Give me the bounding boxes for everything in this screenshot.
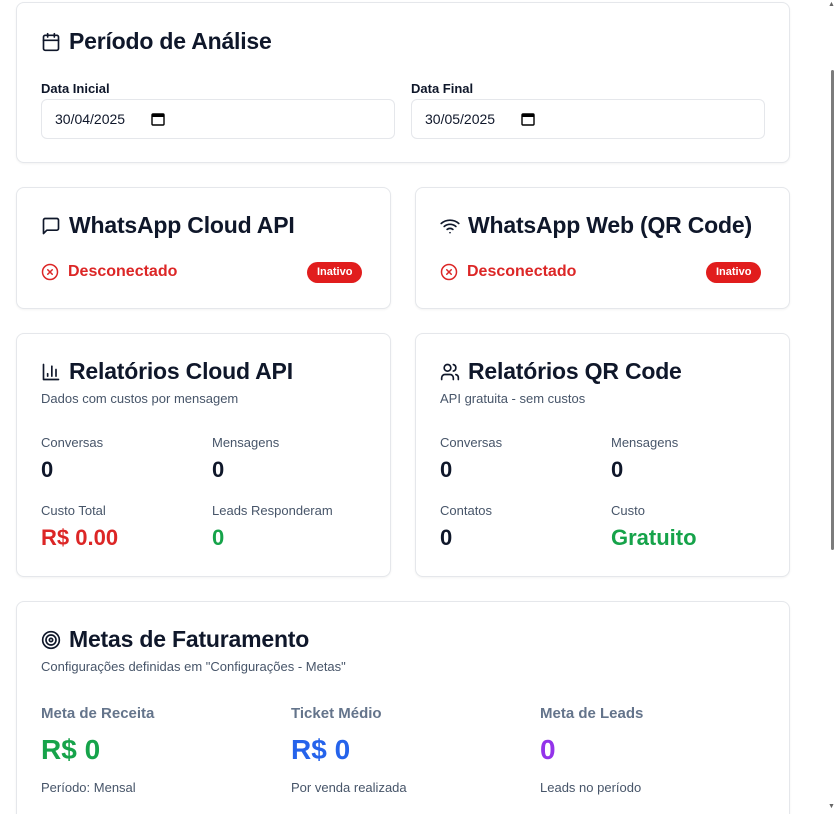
qr-reports-subtitle: API gratuita - sem custos xyxy=(440,391,586,406)
end-date-value: 30/05/2025 xyxy=(425,111,496,127)
period-title: Período de Análise xyxy=(41,28,272,55)
cloud-reports-subtitle: Dados com custos por mensagem xyxy=(41,391,239,406)
period-card: Período de Análise Data Inicial 30/04/20… xyxy=(16,2,790,163)
x-circle-icon xyxy=(41,263,59,281)
cloud-api-status-text: Desconectado xyxy=(68,263,178,280)
calendar-icon xyxy=(42,32,60,51)
stat-label: Conversas xyxy=(440,435,503,450)
scroll-down-icon[interactable]: ▼ xyxy=(828,803,835,810)
x-circle-icon xyxy=(440,263,458,281)
stat-label: Custo xyxy=(611,503,645,518)
start-date-input[interactable]: 30/04/2025 xyxy=(41,99,395,139)
goal-value-ticket: R$ 0 xyxy=(291,734,351,765)
web-qr-title-text: WhatsApp Web (QR Code) xyxy=(468,212,752,238)
stat-label: Contatos xyxy=(440,503,493,518)
target-icon xyxy=(41,630,61,649)
goal-label: Ticket Médio xyxy=(291,705,382,722)
goal-note: Leads no período xyxy=(540,780,642,795)
cloud-api-status: Desconectado xyxy=(41,263,177,281)
cloud-api-title: WhatsApp Cloud API xyxy=(41,212,295,239)
cloud-reports-card: Relatórios Cloud API Dados com custos po… xyxy=(16,333,391,577)
stat-value: 0 xyxy=(611,457,624,482)
start-date-value: 30/04/2025 xyxy=(55,111,126,127)
stat-value-cost: R$ 0.00 xyxy=(41,525,119,550)
stat-label: Leads Responderam xyxy=(212,503,333,518)
start-date-label: Data Inicial xyxy=(41,81,110,96)
scroll-up-icon[interactable]: ▲ xyxy=(828,1,835,8)
qr-reports-title-text: Relatórios QR Code xyxy=(468,358,682,384)
stat-value-cost: Gratuito xyxy=(611,525,697,550)
stat-value: 0 xyxy=(440,525,453,550)
web-qr-status-text: Desconectado xyxy=(467,263,577,280)
calendar-picker-icon[interactable] xyxy=(521,112,535,126)
goals-title: Metas de Faturamento xyxy=(41,626,309,653)
goal-label: Meta de Leads xyxy=(540,705,644,722)
goals-title-text: Metas de Faturamento xyxy=(69,626,310,652)
goal-note: Por venda realizada xyxy=(291,780,407,795)
goal-note: Período: Mensal xyxy=(41,780,136,795)
cloud-api-title-text: WhatsApp Cloud API xyxy=(69,212,295,238)
cloud-api-card: WhatsApp Cloud API Desconectado Inativo xyxy=(16,187,391,309)
stat-label: Mensagens xyxy=(611,435,679,450)
web-qr-title: WhatsApp Web (QR Code) xyxy=(440,212,752,239)
end-date-input[interactable]: 30/05/2025 xyxy=(411,99,765,139)
goal-label: Meta de Receita xyxy=(41,705,155,722)
goals-subtitle: Configurações definidas em "Configuraçõe… xyxy=(41,659,346,674)
users-icon xyxy=(440,363,460,380)
goals-card: Metas de Faturamento Configurações defin… xyxy=(16,601,790,814)
stat-value: 0 xyxy=(41,457,54,482)
stat-value: 0 xyxy=(440,457,453,482)
period-title-text: Período de Análise xyxy=(69,28,272,54)
goal-value-leads: 0 xyxy=(540,734,556,765)
stat-value: 0 xyxy=(212,457,225,482)
cloud-reports-title: Relatórios Cloud API xyxy=(41,358,293,385)
stat-value-leads: 0 xyxy=(212,525,225,550)
wifi-icon xyxy=(440,218,460,233)
stat-label: Mensagens xyxy=(212,435,280,450)
web-qr-status: Desconectado xyxy=(440,263,576,281)
cloud-reports-title-text: Relatórios Cloud API xyxy=(69,358,293,384)
stat-label: Custo Total xyxy=(41,503,106,518)
web-qr-card: WhatsApp Web (QR Code) Desconectado Inat… xyxy=(415,187,790,309)
qr-reports-title: Relatórios QR Code xyxy=(440,358,682,385)
stat-label: Conversas xyxy=(41,435,104,450)
web-qr-status-badge: Inativo xyxy=(706,262,762,283)
scroll-thumb[interactable] xyxy=(831,70,834,550)
calendar-picker-icon[interactable] xyxy=(151,112,165,126)
goal-value-revenue: R$ 0 xyxy=(41,734,101,765)
qr-reports-card: Relatórios QR Code API gratuita - sem cu… xyxy=(415,333,790,577)
bar-chart-icon xyxy=(42,363,60,380)
cloud-api-status-badge: Inativo xyxy=(307,262,363,283)
message-square-icon xyxy=(42,217,60,234)
vertical-scrollbar[interactable]: ▲ ▼ xyxy=(828,0,835,814)
end-date-label: Data Final xyxy=(411,81,474,96)
